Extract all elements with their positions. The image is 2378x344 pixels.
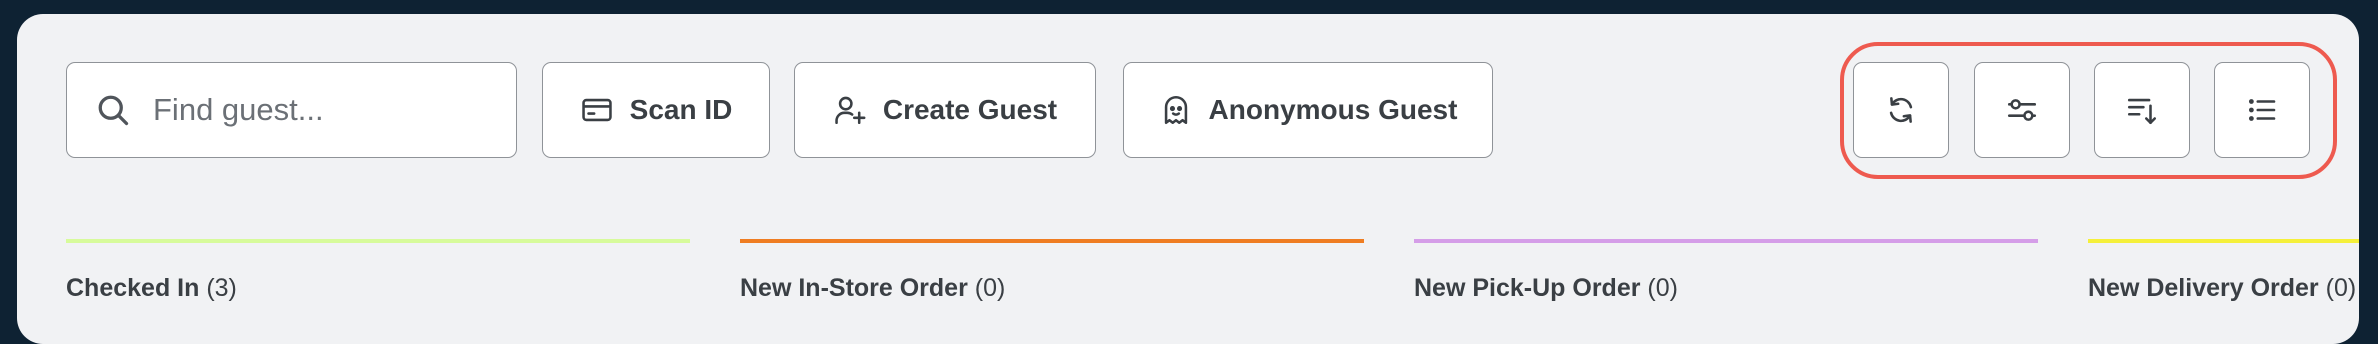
id-card-icon (580, 93, 614, 127)
column-title: New Pick-Up Order (0) (1414, 274, 2038, 303)
column-new-delivery-order: New Delivery Order (0) (2088, 239, 2359, 303)
scan-id-label: Scan ID (629, 94, 733, 125)
search-input[interactable] (151, 91, 495, 129)
column-title: New In-Store Order (0) (740, 274, 1364, 303)
guest-search-field[interactable] (66, 62, 517, 158)
create-guest-label: Create Guest (882, 94, 1058, 125)
anonymous-guest-button[interactable]: Anonymous Guest (1123, 62, 1493, 158)
column-count: (0) (974, 274, 1006, 302)
main-panel: Scan ID Create Guest Anonymous Guest (17, 14, 2359, 344)
column-color-bar (2088, 239, 2359, 243)
column-checked-in: Checked In (3) (66, 239, 690, 303)
column-title: New Delivery Order (0) (2088, 274, 2359, 303)
search-icon (95, 92, 131, 128)
column-title: Checked In (3) (66, 274, 690, 303)
toolbar-highlight-outline (1840, 42, 2337, 179)
scan-id-button[interactable]: Scan ID (542, 62, 770, 158)
column-count: (0) (2325, 274, 2357, 302)
column-color-bar (740, 239, 1364, 243)
column-count: (3) (206, 274, 237, 302)
column-name: New Delivery Order (2088, 274, 2319, 302)
anonymous-guest-label: Anonymous Guest (1208, 94, 1458, 125)
column-new-pick-up-order: New Pick-Up Order (0) (1414, 239, 2038, 303)
ghost-icon (1159, 93, 1193, 127)
column-name: Checked In (66, 274, 200, 302)
column-new-in-store-order: New In-Store Order (0) (740, 239, 1364, 303)
column-color-bar (66, 239, 690, 243)
column-count: (0) (1647, 274, 1678, 302)
column-color-bar (1414, 239, 2038, 243)
create-guest-button[interactable]: Create Guest (794, 62, 1096, 158)
user-plus-icon (833, 93, 867, 127)
column-name: New Pick-Up Order (1414, 274, 1641, 302)
column-name: New In-Store Order (740, 274, 968, 302)
